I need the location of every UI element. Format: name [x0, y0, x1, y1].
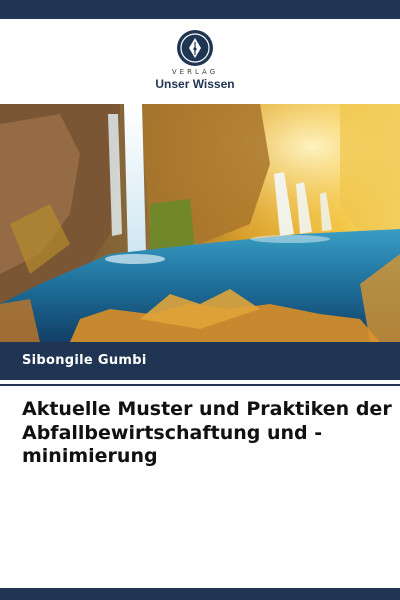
- publisher-name: Unser Wissen: [155, 77, 235, 91]
- waterfall-lake-autumn-icon: [0, 104, 400, 342]
- book-title: Aktuelle Muster und Praktiken der Abfall…: [22, 398, 392, 467]
- top-bar: [0, 0, 400, 19]
- publisher-tagline: VERLAG: [171, 68, 219, 76]
- cover-image: [0, 104, 400, 342]
- pen-nib-icon: [177, 30, 213, 66]
- bottom-bar: [0, 588, 400, 600]
- author-name: Sibongile Gumbi: [22, 353, 147, 368]
- author-band: Sibongile Gumbi: [0, 342, 400, 380]
- divider: [0, 384, 400, 386]
